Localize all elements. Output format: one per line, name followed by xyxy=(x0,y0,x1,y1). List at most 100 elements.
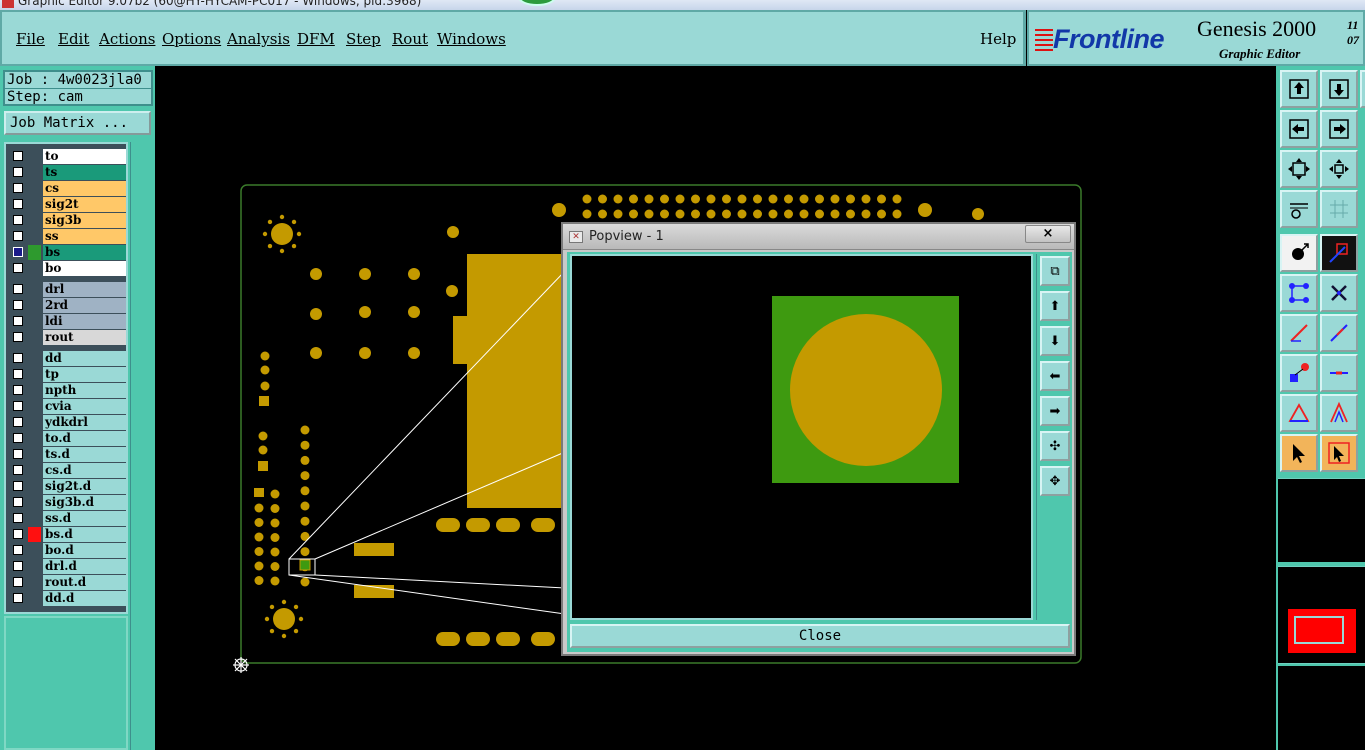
layer-row-npth[interactable]: npth xyxy=(8,383,126,398)
layer-checkbox[interactable] xyxy=(13,231,23,241)
arc-icon[interactable] xyxy=(1280,394,1318,432)
layer-row-bo[interactable]: bo xyxy=(8,261,126,276)
overview-map[interactable] xyxy=(1278,566,1365,664)
popview-canvas[interactable] xyxy=(570,254,1033,620)
layer-name[interactable]: dd.d xyxy=(43,591,126,606)
layer-checkbox[interactable] xyxy=(13,577,23,587)
layer-name[interactable]: ss.d xyxy=(43,511,126,526)
layer-row-bo-d[interactable]: bo.d xyxy=(8,543,126,558)
pan-down-icon[interactable] xyxy=(1320,70,1358,108)
layer-name[interactable]: bo.d xyxy=(43,543,126,558)
layer-row-cvia[interactable]: cvia xyxy=(8,399,126,414)
toolbar-edge-icon[interactable] xyxy=(1360,70,1365,108)
layer-row-to-d[interactable]: to.d xyxy=(8,431,126,446)
pad-icon[interactable] xyxy=(1280,354,1318,392)
layer-checkbox[interactable] xyxy=(13,481,23,491)
layer-row-to[interactable]: to xyxy=(8,149,126,164)
menu-file[interactable]: File xyxy=(16,30,45,48)
layer-name[interactable]: ydkdrl xyxy=(43,415,126,430)
layer-name[interactable]: to xyxy=(43,149,126,164)
layer-checkbox[interactable] xyxy=(13,401,23,411)
layer-row-tp[interactable]: tp xyxy=(8,367,126,382)
layer-name[interactable]: ts.d xyxy=(43,447,126,462)
measure-icon[interactable] xyxy=(1280,190,1318,228)
pan-up-icon[interactable] xyxy=(1280,70,1318,108)
popview-titlebar[interactable]: ✕ Popview - 1 × xyxy=(563,224,1074,250)
layer-checkbox[interactable] xyxy=(13,167,23,177)
layer-row-sig2t-d[interactable]: sig2t.d xyxy=(8,479,126,494)
line-red-icon[interactable] xyxy=(1280,314,1318,352)
zoom-in-icon[interactable] xyxy=(1280,150,1318,188)
layer-row-cs[interactable]: cs xyxy=(8,181,126,196)
popview-pan-up-icon[interactable]: ⬆ xyxy=(1040,291,1070,321)
layer-checkbox[interactable] xyxy=(13,561,23,571)
popview-pan-right-icon[interactable]: ➡ xyxy=(1040,396,1070,426)
layer-name[interactable]: rout.d xyxy=(43,575,126,590)
layer-checkbox[interactable] xyxy=(13,385,23,395)
layer-name[interactable]: sig2t.d xyxy=(43,479,126,494)
job-matrix-button[interactable]: Job Matrix ... xyxy=(4,111,151,135)
layer-row-ts-d[interactable]: ts.d xyxy=(8,447,126,462)
layer-checkbox[interactable] xyxy=(13,369,23,379)
popview-zoom-fit-icon[interactable]: ✥ xyxy=(1040,466,1070,496)
net-icon[interactable] xyxy=(1280,274,1318,312)
layer-row-dd[interactable]: dd xyxy=(8,351,126,366)
layer-name[interactable]: npth xyxy=(43,383,126,398)
layer-row-2rd[interactable]: 2rd xyxy=(8,298,126,313)
layer-row-sig2t[interactable]: sig2t xyxy=(8,197,126,212)
layer-checkbox[interactable] xyxy=(13,332,23,342)
layer-name[interactable]: to.d xyxy=(43,431,126,446)
popview-close-button[interactable]: Close xyxy=(570,624,1070,648)
layer-checkbox[interactable] xyxy=(13,529,23,539)
layer-row-ss-d[interactable]: ss.d xyxy=(8,511,126,526)
layer-name[interactable]: drl xyxy=(43,282,126,297)
layer-checkbox[interactable] xyxy=(13,433,23,443)
pan-left-icon[interactable] xyxy=(1280,110,1318,148)
layer-checkbox[interactable] xyxy=(13,263,23,273)
layer-row-bs-d[interactable]: bs.d xyxy=(8,527,126,542)
layer-row-sig3b[interactable]: sig3b xyxy=(8,213,126,228)
layer-name[interactable]: sig3b xyxy=(43,213,126,228)
layer-checkbox[interactable] xyxy=(13,183,23,193)
menu-options[interactable]: Options xyxy=(162,30,221,48)
layer-checkbox[interactable] xyxy=(13,215,23,225)
layer-name[interactable]: ss xyxy=(43,229,126,244)
layer-row-dd-d[interactable]: dd.d xyxy=(8,591,126,606)
layer-row-rout-d[interactable]: rout.d xyxy=(8,575,126,590)
grid-icon[interactable] xyxy=(1320,190,1358,228)
layer-name[interactable]: tp xyxy=(43,367,126,382)
layer-checkbox[interactable] xyxy=(13,151,23,161)
layer-row-ldi[interactable]: ldi xyxy=(8,314,126,329)
add-feature-icon[interactable] xyxy=(1320,234,1358,272)
menu-edit[interactable]: Edit xyxy=(58,30,89,48)
layer-name[interactable]: cvia xyxy=(43,399,126,414)
layer-checkbox[interactable] xyxy=(13,300,23,310)
layer-checkbox[interactable] xyxy=(13,513,23,523)
layer-checkbox[interactable] xyxy=(13,199,23,209)
popview-zoom-in-icon[interactable]: ✣ xyxy=(1040,431,1070,461)
layer-name[interactable]: bs.d xyxy=(43,527,126,542)
layer-row-ts[interactable]: ts xyxy=(8,165,126,180)
segment-icon[interactable] xyxy=(1320,354,1358,392)
layer-name[interactable]: cs.d xyxy=(43,463,126,478)
menu-dfm[interactable]: DFM xyxy=(297,30,335,48)
layer-checkbox[interactable] xyxy=(13,545,23,555)
layer-row-ydkdrl[interactable]: ydkdrl xyxy=(8,415,126,430)
layer-checkbox[interactable] xyxy=(13,353,23,363)
layer-row-sig3b-d[interactable]: sig3b.d xyxy=(8,495,126,510)
layer-row-drl-d[interactable]: drl.d xyxy=(8,559,126,574)
menu-step[interactable]: Step xyxy=(346,30,381,48)
menu-actions[interactable]: Actions xyxy=(99,30,155,48)
layer-checkbox[interactable] xyxy=(13,247,23,257)
layer-row-drl[interactable]: drl xyxy=(8,282,126,297)
pointer-select-icon[interactable] xyxy=(1320,434,1358,472)
popview-pan-left-icon[interactable]: ⬅ xyxy=(1040,361,1070,391)
layer-name[interactable]: sig2t xyxy=(43,197,126,212)
layer-name[interactable]: cs xyxy=(43,181,126,196)
layer-row-rout[interactable]: rout xyxy=(8,330,126,345)
layer-checkbox[interactable] xyxy=(13,497,23,507)
left-panel-scrollbar[interactable] xyxy=(130,142,153,750)
layer-checkbox[interactable] xyxy=(13,417,23,427)
menu-analysis[interactable]: Analysis xyxy=(227,30,290,48)
layer-name[interactable]: ts xyxy=(43,165,126,180)
